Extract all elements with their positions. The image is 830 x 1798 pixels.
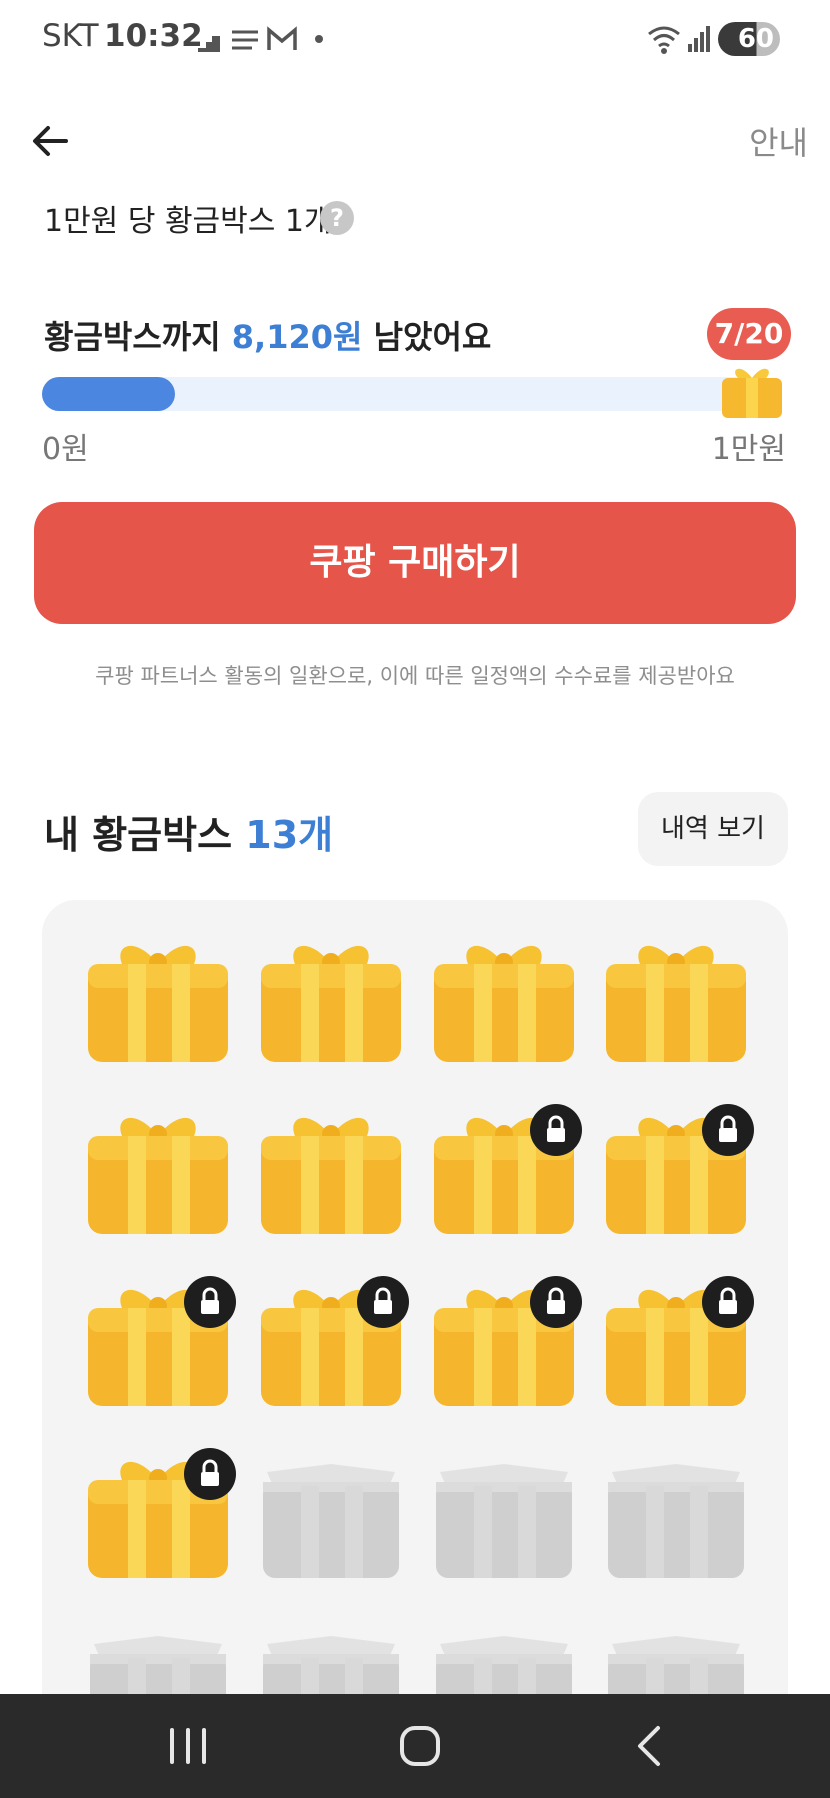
partner-disclaimer: 쿠팡 파트너스 활동의 일환으로, 이에 따른 일정액의 수수료를 제공받아요 [95, 664, 735, 688]
empty-box-icon [263, 1464, 399, 1578]
guide-link[interactable]: 안내 [749, 118, 808, 164]
monthly-count-badge: 7/20 [707, 308, 791, 360]
gift-box-icon [88, 1117, 228, 1234]
dot-icon [315, 35, 323, 43]
status-bar: SKT 10:32 60 [0, 0, 830, 80]
gold-box[interactable] [84, 1106, 232, 1236]
progress-track [42, 377, 752, 411]
empty-box[interactable] [257, 1450, 405, 1580]
gold-box[interactable] [257, 1106, 405, 1236]
lock-icon [184, 1448, 236, 1500]
gold-box[interactable] [602, 1104, 754, 1236]
goal-gift-icon [722, 368, 782, 418]
lock-icon [357, 1276, 409, 1328]
empty-box-icon [436, 1464, 572, 1578]
range-max-label: 1만원 [711, 432, 786, 467]
gold-box[interactable] [84, 1276, 236, 1408]
empty-box[interactable] [602, 1450, 750, 1580]
lock-icon [530, 1276, 582, 1328]
my-boxes-title: 내 황금박스 13개 [44, 804, 333, 859]
wifi-icon [648, 26, 680, 54]
gift-box-icon [88, 945, 228, 1062]
gift-box-icon [261, 945, 401, 1062]
empty-box-icon [608, 1464, 744, 1578]
gold-box[interactable] [602, 1276, 754, 1408]
gmail-icon [267, 26, 297, 50]
clock: 10:32 [104, 18, 203, 54]
rate-info: 1만원 당 황금박스 1개 [44, 204, 332, 239]
lock-icon [530, 1104, 582, 1156]
my-boxes-title-prefix: 내 황금박스 [44, 813, 246, 857]
box-grid [42, 900, 788, 1798]
gift-box-icon [434, 945, 574, 1062]
lock-icon [702, 1276, 754, 1328]
gold-box[interactable] [257, 934, 405, 1064]
home-icon[interactable] [390, 1718, 450, 1774]
battery-icon: 60 [718, 22, 780, 56]
gold-box[interactable] [257, 1276, 409, 1408]
cashfeed-icon [232, 30, 258, 50]
system-nav-bar [0, 1694, 830, 1798]
gold-box[interactable] [84, 1448, 236, 1580]
arrow-left-icon [33, 126, 68, 156]
gold-box[interactable] [430, 1276, 582, 1408]
back-icon[interactable] [620, 1718, 680, 1774]
range-min-label: 0원 [42, 432, 89, 467]
lock-icon [184, 1276, 236, 1328]
gold-box[interactable] [602, 934, 750, 1064]
remaining-amount-text: 황금박스까지 8,120원 남았어요 [44, 312, 491, 358]
remaining-amount: 8,120원 [231, 318, 363, 356]
carrier-label: SKT [42, 18, 99, 54]
gold-box[interactable] [84, 934, 232, 1064]
help-icon[interactable]: ? [320, 201, 354, 235]
my-boxes-count: 13개 [245, 813, 334, 857]
recent-apps-icon[interactable] [158, 1718, 218, 1774]
back-button[interactable] [26, 116, 76, 166]
lock-icon [702, 1104, 754, 1156]
gift-box-icon [261, 1117, 401, 1234]
gift-box-icon [606, 945, 746, 1062]
gold-box[interactable] [430, 934, 578, 1064]
gold-box[interactable] [430, 1104, 582, 1236]
progress-fill [42, 377, 175, 411]
history-button[interactable]: 내역 보기 [638, 792, 788, 866]
stairs-icon [198, 36, 220, 52]
empty-box[interactable] [430, 1450, 578, 1580]
remaining-prefix: 황금박스까지 [44, 318, 232, 356]
coupang-buy-button[interactable]: 쿠팡 구매하기 [34, 502, 796, 624]
signal-icon [688, 26, 710, 52]
remaining-suffix: 남았어요 [362, 318, 492, 356]
